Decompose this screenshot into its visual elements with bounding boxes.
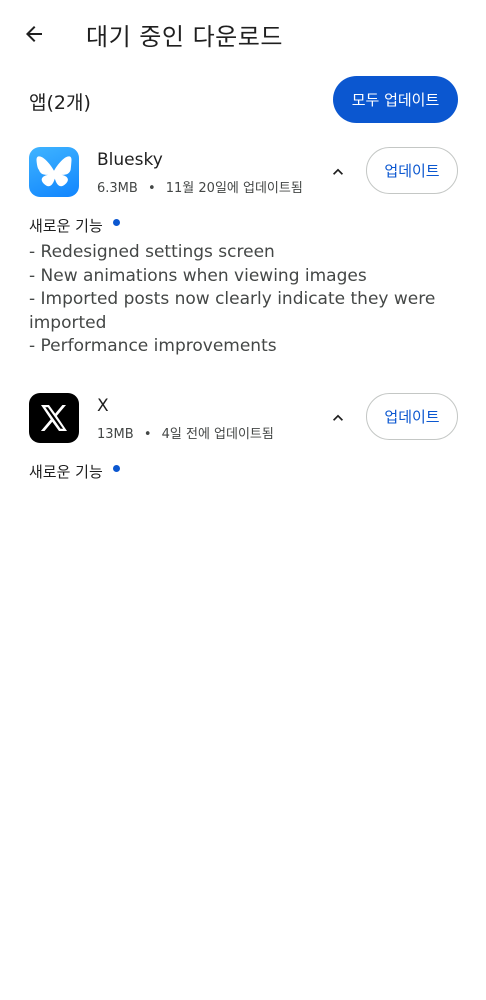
app-updated-date: 11월 20일에 업데이트됨 (165, 181, 303, 196)
release-notes: - Redesigned settings screen - New anima… (29, 241, 459, 359)
update-all-button[interactable]: 모두 업데이트 (333, 76, 458, 123)
app-row-bluesky[interactable]: Bluesky 6.3MB • 11월 20일에 업데이트됨 업데이트 (0, 147, 486, 207)
whats-new-label: 새로운 기능 (29, 217, 103, 235)
chevron-up-icon (333, 168, 343, 175)
apps-count-label: 앱(2개) (29, 92, 91, 114)
whats-new-heading: 새로운 기능 (29, 215, 120, 236)
app-row-x[interactable]: X 13MB • 4일 전에 업데이트됨 업데이트 (0, 393, 486, 453)
x-logo-icon (29, 393, 79, 443)
app-updated-date: 4일 전에 업데이트됨 (161, 427, 274, 442)
separator-dot: • (143, 427, 152, 442)
whats-new-label: 새로운 기능 (29, 463, 103, 481)
app-meta: 13MB • 4일 전에 업데이트됨 (97, 423, 274, 442)
app-meta: 6.3MB • 11월 20일에 업데이트됨 (97, 177, 303, 196)
app-size: 13MB (97, 427, 134, 442)
bluesky-butterfly-icon (29, 147, 79, 197)
app-size: 6.3MB (97, 181, 138, 196)
new-indicator-dot (112, 465, 120, 472)
release-note-item: - Performance improvements (29, 336, 277, 357)
apps-section-header: 앱(2개) 모두 업데이트 (0, 76, 486, 124)
release-note-item: - Redesigned settings screen (29, 242, 275, 262)
page-title: 대기 중인 다운로드 (86, 23, 283, 51)
separator-dot: • (147, 181, 156, 196)
update-button[interactable]: 업데이트 (366, 147, 458, 194)
release-note-item: - New animations when viewing images (29, 265, 367, 286)
top-app-bar: 대기 중인 다운로드 (0, 0, 486, 70)
arrow-back-icon (26, 26, 42, 42)
collapse-button[interactable] (323, 157, 353, 187)
app-name: Bluesky (97, 150, 163, 170)
back-button[interactable] (18, 18, 50, 50)
app-name: X (97, 396, 109, 416)
update-button[interactable]: 업데이트 (366, 393, 458, 440)
new-indicator-dot (112, 219, 120, 226)
chevron-up-icon (333, 414, 343, 421)
whats-new-heading: 새로운 기능 (29, 461, 120, 482)
collapse-button[interactable] (323, 403, 353, 433)
release-note-item: - Imported posts now clearly indicate th… (29, 289, 436, 333)
